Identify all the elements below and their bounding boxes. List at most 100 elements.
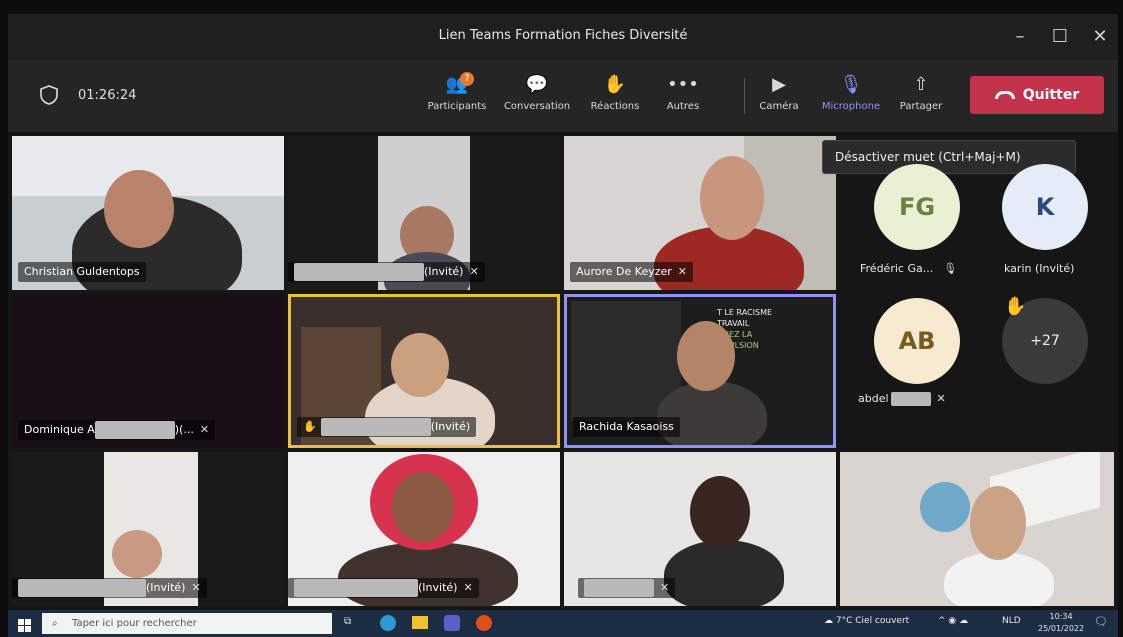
mic-muted-icon: ✕: [199, 423, 210, 436]
participant-name-text: (Invité): [430, 420, 471, 433]
mic-muted-icon: ✕: [191, 581, 201, 594]
mic-muted-icon: 🎙: [839, 74, 863, 95]
video-tile[interactable]: (Invité) ✕: [288, 136, 560, 290]
participant-body: [664, 540, 784, 606]
more-dots-icon: •••: [667, 74, 699, 95]
video-tile[interactable]: (Invité) ✕: [12, 452, 284, 606]
participant-head: [391, 333, 449, 397]
redacted-name: [294, 263, 424, 281]
participant-name-text: (Invité): [418, 581, 458, 594]
redacted-name: [18, 579, 146, 597]
conversation-button[interactable]: 💬 Conversation: [502, 70, 572, 122]
video-tile[interactable]: Dominique A )(... ✕: [12, 294, 284, 448]
participants-button[interactable]: 👥 7 Participants: [422, 70, 492, 122]
raised-hand-icon: ✋: [303, 420, 317, 433]
video-tile-pinned[interactable]: T LE RACISME TRAVAIL NNEZ LA MPULSION Ra…: [564, 294, 836, 448]
more-button[interactable]: ••• Autres: [648, 70, 718, 122]
participant-head: [970, 486, 1026, 560]
title-bar: Lien Teams Formation Fiches Diversité – …: [8, 14, 1118, 60]
redacted-name: [890, 392, 931, 406]
task-view-icon[interactable]: ⧉: [344, 616, 358, 630]
search-placeholder: Taper ici pour rechercher: [72, 618, 197, 629]
weather-widget[interactable]: ☁ 7°C Ciel couvert: [824, 616, 909, 626]
powerpoint-icon[interactable]: [476, 615, 492, 631]
avatar[interactable]: K: [1002, 164, 1088, 250]
taskbar-clock[interactable]: 10:34 25/01/2022: [1038, 611, 1084, 635]
redacted-name: [94, 421, 175, 439]
participant-body: [944, 552, 1054, 606]
participant-head: [690, 476, 750, 548]
share-label: Partager: [899, 101, 943, 112]
cloud-icon: ☁: [824, 616, 833, 626]
tray-icons[interactable]: ^ ◉ ☁: [938, 616, 968, 626]
mic-muted-icon: ✕: [936, 392, 946, 405]
mic-icon: 🎙: [943, 262, 958, 275]
camera-label: Caméra: [759, 101, 799, 112]
video-tile[interactable]: ✕: [564, 452, 836, 606]
video-tile[interactable]: Christian Guldentops: [12, 136, 284, 290]
poster-line: TRAVAIL: [717, 319, 750, 328]
more-label: Autres: [666, 101, 700, 112]
participant-name-text: Dominique A: [24, 423, 95, 436]
participant-body: [657, 381, 767, 445]
maximize-button[interactable]: ☐: [1042, 22, 1078, 52]
participant-name: abdel ✕: [858, 392, 946, 406]
avatar[interactable]: FG: [874, 164, 960, 250]
participant-name-text: Aurore De Keyzer: [576, 265, 672, 278]
meeting-timer: 01:26:24: [78, 88, 137, 103]
microphone-button[interactable]: 🎙 Microphone: [816, 70, 886, 122]
participant-head: [392, 472, 454, 542]
teams-window: Lien Teams Formation Fiches Diversité – …: [0, 0, 1123, 637]
avatar[interactable]: AB: [874, 298, 960, 384]
minimize-button[interactable]: –: [1002, 22, 1038, 52]
participant-name-suffix: )(...: [174, 423, 194, 436]
close-button[interactable]: ✕: [1082, 22, 1118, 52]
participant-name-text: Frédéric Ga...: [860, 262, 934, 275]
video-tile[interactable]: Aurore De Keyzer ✕: [564, 136, 836, 290]
self-view-tile[interactable]: [840, 452, 1114, 606]
microphone-label: Microphone: [821, 101, 881, 112]
video-tile[interactable]: (Invité) ✕: [288, 452, 560, 606]
redacted-name: [294, 579, 418, 597]
participant-name: Frédéric Ga... 🎙: [860, 262, 957, 275]
participant-name: ✕: [578, 578, 676, 598]
wall-art: [920, 482, 970, 532]
quit-label: Quitter: [1022, 87, 1080, 103]
teams-icon[interactable]: [444, 615, 460, 631]
window-title: Lien Teams Formation Fiches Diversité: [438, 28, 688, 43]
search-icon: ⌕: [52, 618, 58, 629]
redacted-name: [320, 418, 431, 436]
participant-name: Aurore De Keyzer ✕: [570, 262, 694, 282]
file-explorer-icon[interactable]: [412, 616, 428, 629]
weather-text: 7°C Ciel couvert: [835, 616, 910, 626]
conversation-label: Conversation: [503, 101, 571, 112]
video-tile-active-speaker[interactable]: ✋ (Invité): [288, 294, 560, 448]
mic-muted-icon: ✕: [463, 581, 473, 594]
reactions-button[interactable]: ✋ Réactions: [580, 70, 650, 122]
clock-time: 10:34: [1049, 612, 1073, 621]
chat-icon: 💬: [525, 74, 549, 95]
reaction-hand-icon: ✋: [603, 74, 627, 95]
camera-button[interactable]: ▶ Caméra: [744, 70, 814, 122]
clock-date: 25/01/2022: [1038, 624, 1085, 633]
participant-name-text: abdel: [858, 392, 889, 405]
mic-muted-icon: ✕: [469, 265, 479, 278]
mic-muted-icon: ✕: [677, 265, 688, 278]
windows-start-icon[interactable]: [18, 617, 31, 632]
participant-name: (Invité) ✕: [288, 262, 485, 282]
notification-icon[interactable]: 🗨: [1094, 615, 1108, 628]
participants-label: Participants: [427, 101, 487, 112]
quit-button[interactable]: Quitter: [970, 76, 1104, 114]
people-icon: 👥: [445, 74, 469, 95]
taskbar-search[interactable]: ⌕ Taper ici pour rechercher: [42, 613, 332, 634]
language-indicator[interactable]: NLD: [1002, 616, 1021, 626]
participant-head: [700, 156, 764, 240]
participant-head: [677, 321, 735, 391]
shield-icon: [40, 85, 58, 105]
participant-head: [112, 530, 162, 578]
meeting-toolbar: 01:26:24 👥 7 Participants 💬 Conversation…: [8, 60, 1118, 132]
participant-name: karin (Invité): [1004, 262, 1075, 275]
edge-icon[interactable]: [380, 615, 396, 631]
share-button[interactable]: ⇧ Partager: [886, 70, 956, 122]
phone-hangup-icon: [994, 91, 1015, 99]
